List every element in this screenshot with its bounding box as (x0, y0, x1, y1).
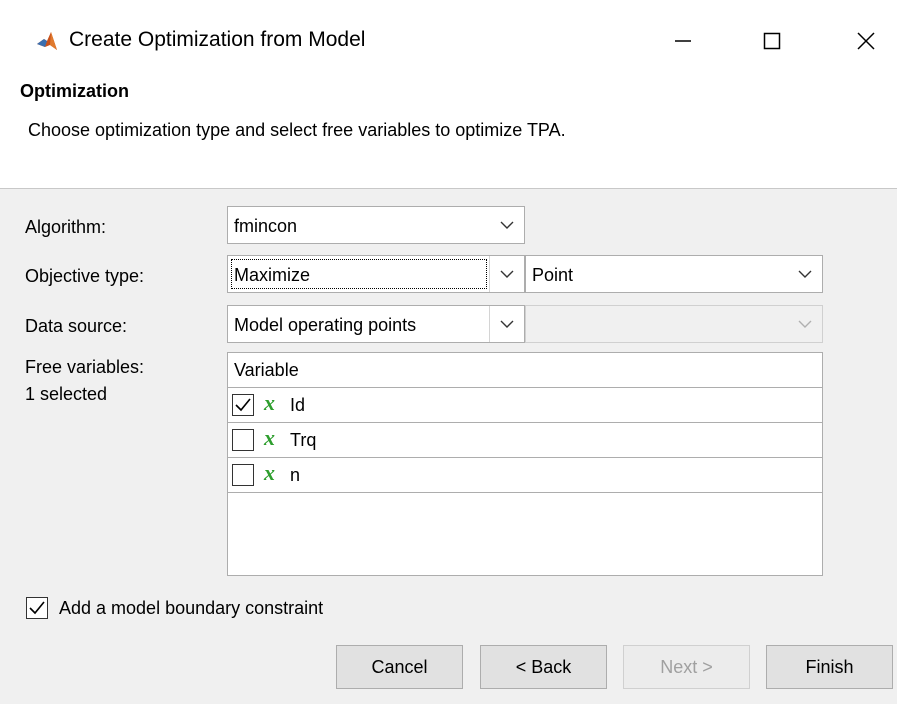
table-row[interactable]: x Trq (228, 423, 822, 458)
chevron-down-icon (489, 256, 524, 292)
table-row[interactable]: x Id (228, 388, 822, 423)
close-button[interactable] (843, 18, 889, 64)
data-source-dropdown[interactable]: Model operating points (227, 305, 525, 343)
checkmark-icon (235, 398, 251, 412)
algorithm-value: fmincon (234, 216, 298, 236)
boundary-constraint-checkbox[interactable] (26, 597, 48, 619)
algorithm-dropdown[interactable]: fmincon (227, 206, 525, 244)
back-button[interactable]: < Back (480, 645, 607, 689)
variables-table[interactable]: Variable x Id x Trq x n (227, 352, 823, 576)
data-source-secondary-dropdown (525, 305, 823, 343)
free-variables-count: 1 selected (25, 384, 108, 404)
table-row[interactable]: x n (228, 458, 822, 493)
maximize-button[interactable] (749, 18, 795, 64)
table-header[interactable]: Variable (228, 353, 822, 388)
objective-type-dropdown[interactable]: Maximize (227, 255, 525, 293)
title-bar: Create Optimization from Model (0, 0, 897, 74)
free-variables-label: Free variables: (25, 357, 145, 377)
checkbox[interactable] (232, 464, 254, 486)
chevron-down-icon (788, 256, 822, 292)
variable-x-icon: x (264, 460, 275, 485)
boundary-constraint-label[interactable]: Add a model boundary constraint (59, 598, 323, 619)
variable-name: Id (290, 395, 306, 415)
chevron-down-icon (490, 207, 524, 243)
next-button: Next > (623, 645, 750, 689)
variable-name: Trq (290, 430, 317, 450)
objective-scope-value: Point (532, 265, 574, 285)
algorithm-label: Algorithm: (25, 217, 107, 237)
maximize-icon (763, 32, 781, 50)
minimize-button[interactable] (660, 18, 706, 64)
header-panel: Optimization Choose optimization type an… (0, 74, 897, 189)
data-source-value: Model operating points (234, 315, 417, 335)
minimize-icon (675, 40, 691, 42)
cancel-button[interactable]: Cancel (336, 645, 463, 689)
objective-type-value: Maximize (234, 265, 311, 285)
matlab-logo-icon (36, 30, 58, 52)
section-title: Optimization (20, 81, 129, 101)
variable-x-icon: x (264, 425, 275, 450)
finish-button[interactable]: Finish (766, 645, 893, 689)
variable-name: n (290, 465, 301, 485)
chevron-down-icon (788, 306, 822, 342)
objective-type-label: Objective type: (25, 266, 145, 286)
close-icon (857, 32, 875, 50)
variable-x-icon: x (264, 390, 275, 415)
data-source-label: Data source: (25, 316, 128, 336)
objective-scope-dropdown[interactable]: Point (525, 255, 823, 293)
chevron-down-icon (489, 306, 524, 342)
checkbox[interactable] (232, 429, 254, 451)
checkmark-icon (29, 601, 45, 615)
checkbox[interactable] (232, 394, 254, 416)
section-description: Choose optimization type and select free… (28, 120, 566, 140)
variable-column-header: Variable (234, 360, 299, 380)
window-title: Create Optimization from Model (69, 28, 366, 51)
